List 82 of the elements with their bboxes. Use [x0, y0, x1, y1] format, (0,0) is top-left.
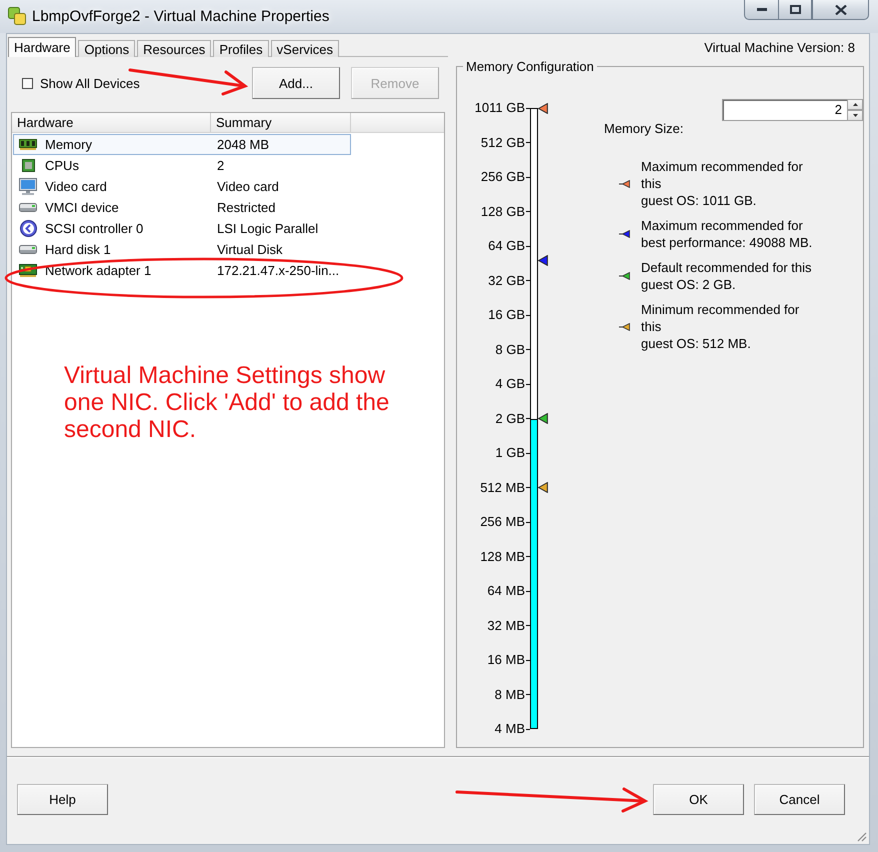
tab[interactable]: Profiles [213, 40, 269, 57]
version-label: Virtual Machine Version: 8 [704, 39, 855, 55]
hardware-name: Memory [45, 137, 92, 152]
minimize-button[interactable] [744, 0, 778, 20]
scale-label: 64 GB [488, 239, 525, 253]
scale-label: 8 MB [494, 688, 525, 702]
table-row[interactable]: Network adapter 1 172.21.47.x-250-lin... [13, 260, 351, 281]
close-button[interactable] [812, 0, 869, 20]
summary-cell-text: 2 [216, 158, 224, 173]
scale-label: 32 GB [488, 274, 525, 288]
close-icon [834, 4, 846, 14]
table-row[interactable]: Hard disk 1 Virtual Disk [13, 239, 351, 260]
help-button[interactable]: Help [17, 784, 108, 815]
tab[interactable]: Resources [137, 40, 212, 57]
down-arrow-icon [852, 114, 858, 117]
checkbox-label: Show All Devices [40, 76, 140, 90]
resize-grip-icon [855, 830, 867, 842]
table-row[interactable]: Video card Video card [13, 176, 351, 197]
scale-label: 512 MB [480, 480, 525, 494]
scale-label: 16 MB [487, 653, 525, 667]
drive-icon [19, 203, 37, 212]
spin-down-button[interactable] [847, 110, 863, 121]
legend-text: Maximum recommended for this guest OS: 1011 GB. [641, 158, 803, 209]
summary-cell-text: Video card [216, 179, 279, 194]
memory-size-field[interactable]: 2 [722, 99, 847, 121]
hardware-name: Video card [45, 179, 107, 194]
annotation-text: Virtual Machine Settings show one NIC. Click 'Add' to add the second NIC. [64, 362, 390, 443]
legend-text: Default recommended for this guest OS: 2 GB. [641, 259, 812, 293]
summary-cell-text: Virtual Disk [216, 242, 283, 257]
tab[interactable]: Options [78, 40, 136, 57]
scale-label: 1011 GB [474, 101, 525, 115]
chip-icon [22, 159, 34, 172]
hardware-name: SCSI controller 0 [45, 221, 144, 236]
column-header[interactable]: Summary [211, 113, 351, 132]
circle-arrow-icon [20, 220, 36, 237]
scale-label: 512 GB [480, 136, 525, 150]
summary-cell-text: 2048 MB [216, 137, 270, 152]
scale-label: 256 MB [480, 515, 525, 529]
up-arrow-icon [852, 103, 858, 106]
hardware-name: Hard disk 1 [45, 242, 111, 257]
hardware-name: Network adapter 1 [45, 263, 152, 278]
add-button[interactable]: Add... [252, 67, 340, 99]
scale-label: 4 MB [494, 722, 525, 736]
window-title: LbmpOvfForge2 - Virtual Machine Properties [32, 8, 330, 25]
legend-text: Minimum recommended for this guest OS: 512 MB. [641, 301, 800, 352]
tab[interactable]: Hardware [8, 37, 76, 57]
maximize-button[interactable] [778, 0, 812, 20]
panel-title: Memory Configuration [465, 59, 595, 74]
table-row[interactable]: Memory 2048 MB [13, 134, 351, 155]
memory-module-icon [19, 139, 37, 150]
memory-slider-track[interactable] [530, 108, 538, 729]
cancel-button[interactable]: Cancel [754, 784, 845, 815]
scale-label: 8 GB [495, 342, 525, 356]
tab[interactable]: vServices [270, 40, 340, 57]
drive-icon [19, 245, 37, 254]
monitor-icon [19, 178, 37, 195]
legend-text: Maximum recommended for best performance: 49088 MB. [641, 217, 812, 251]
table-row[interactable]: VMCI device Restricted [13, 197, 351, 218]
minimize-icon [756, 8, 766, 11]
ok-button[interactable]: OK [653, 784, 744, 815]
table-row[interactable]: SCSI controller 0 LSI Logic Parallel [13, 218, 351, 239]
app-logo-icon [8, 7, 26, 25]
memory-size-label: Memory Size: [604, 121, 684, 136]
summary-cell-text: 172.21.47.x-250-lin... [216, 263, 340, 278]
scale-label: 64 MB [487, 584, 525, 598]
summary-cell-text: Restricted [216, 200, 276, 215]
table-row[interactable]: CPUs 2 [13, 155, 351, 176]
scale-label: 16 GB [488, 308, 525, 322]
scale-label: 1 GB [495, 446, 525, 460]
hardware-name: VMCI device [45, 200, 119, 215]
scale-label: 4 GB [495, 377, 525, 391]
scale-label: 128 GB [480, 204, 525, 218]
scale-label: 256 GB [480, 170, 525, 184]
scale-label: 128 MB [480, 550, 525, 564]
spin-up-button[interactable] [847, 99, 863, 110]
hardware-name: CPUs [45, 158, 79, 173]
checkbox[interactable] [22, 78, 33, 88]
column-header[interactable]: Hardware [12, 113, 211, 132]
scale-label: 2 GB [495, 412, 525, 426]
maximize-icon [790, 5, 800, 14]
scale-label: 32 MB [487, 618, 525, 632]
summary-cell-text: LSI Logic Parallel [216, 221, 318, 236]
